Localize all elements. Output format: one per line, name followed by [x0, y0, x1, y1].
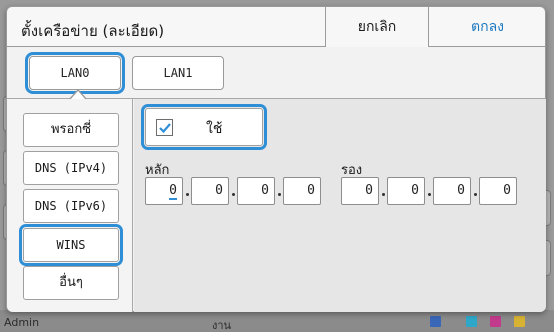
primary-octet-2[interactable]: 0 — [191, 177, 229, 205]
primary-octet-3[interactable]: 0 — [237, 177, 275, 205]
dialog-header: ตั้งเครือข่าย (ละเอียด) ยกเลิก ตกลง — [7, 7, 545, 47]
network-advanced-dialog: ตั้งเครือข่าย (ละเอียด) ยกเลิก ตกลง LAN0… — [6, 6, 546, 312]
use-checkbox[interactable] — [156, 119, 173, 136]
octet-separator — [232, 193, 235, 196]
menu-item-other[interactable]: อื่นๆ — [23, 266, 119, 300]
secondary-octet-2[interactable]: 0 — [387, 177, 425, 205]
cancel-button[interactable]: ยกเลิก — [325, 7, 429, 47]
wins-settings-panel: ใช้ หลัก รอง 0 0 0 0 0 0 0 0 — [134, 99, 546, 312]
octet-separator — [474, 193, 477, 196]
menu-item-proxy[interactable]: พรอกซี่ — [23, 113, 119, 147]
tab-lan1[interactable]: LAN1 — [132, 56, 224, 90]
secondary-octet-3[interactable]: 0 — [433, 177, 471, 205]
ink-yellow-icon — [514, 316, 525, 327]
octet-separator — [428, 193, 431, 196]
octet-separator — [186, 193, 189, 196]
dialog-title: ตั้งเครือข่าย (ละเอียด) — [21, 22, 165, 40]
use-toggle[interactable]: ใช้ — [141, 104, 267, 150]
menu-item-dns-ipv4[interactable]: DNS (IPv4) — [23, 151, 119, 185]
primary-octet-4[interactable]: 0 — [283, 177, 321, 205]
lan-tab-strip: LAN0 LAN1 — [7, 47, 545, 99]
use-label: ใช้ — [206, 121, 223, 137]
job-label: งาน — [212, 319, 232, 332]
menu-item-dns-ipv6[interactable]: DNS (IPv6) — [23, 189, 119, 223]
ok-button[interactable]: ตกลง — [429, 7, 546, 47]
background-status-bar: Admin งาน — [0, 310, 554, 332]
secondary-octet-4[interactable]: 0 — [479, 177, 517, 205]
settings-menu: พรอกซี่ DNS (IPv4) DNS (IPv6) WINS อื่นๆ — [7, 99, 133, 312]
ink-magenta-icon — [490, 316, 501, 327]
menu-item-wins[interactable]: WINS — [19, 224, 123, 266]
checkmark-icon — [159, 123, 171, 134]
tab-lan0[interactable]: LAN0 — [25, 52, 125, 94]
primary-octet-1[interactable]: 0 — [145, 177, 183, 205]
printer-icon — [430, 316, 441, 327]
secondary-octet-1[interactable]: 0 — [341, 177, 379, 205]
octet-separator — [382, 193, 385, 196]
octet-separator — [278, 193, 281, 196]
ink-cyan-icon — [466, 316, 477, 327]
user-label: Admin — [4, 316, 40, 329]
